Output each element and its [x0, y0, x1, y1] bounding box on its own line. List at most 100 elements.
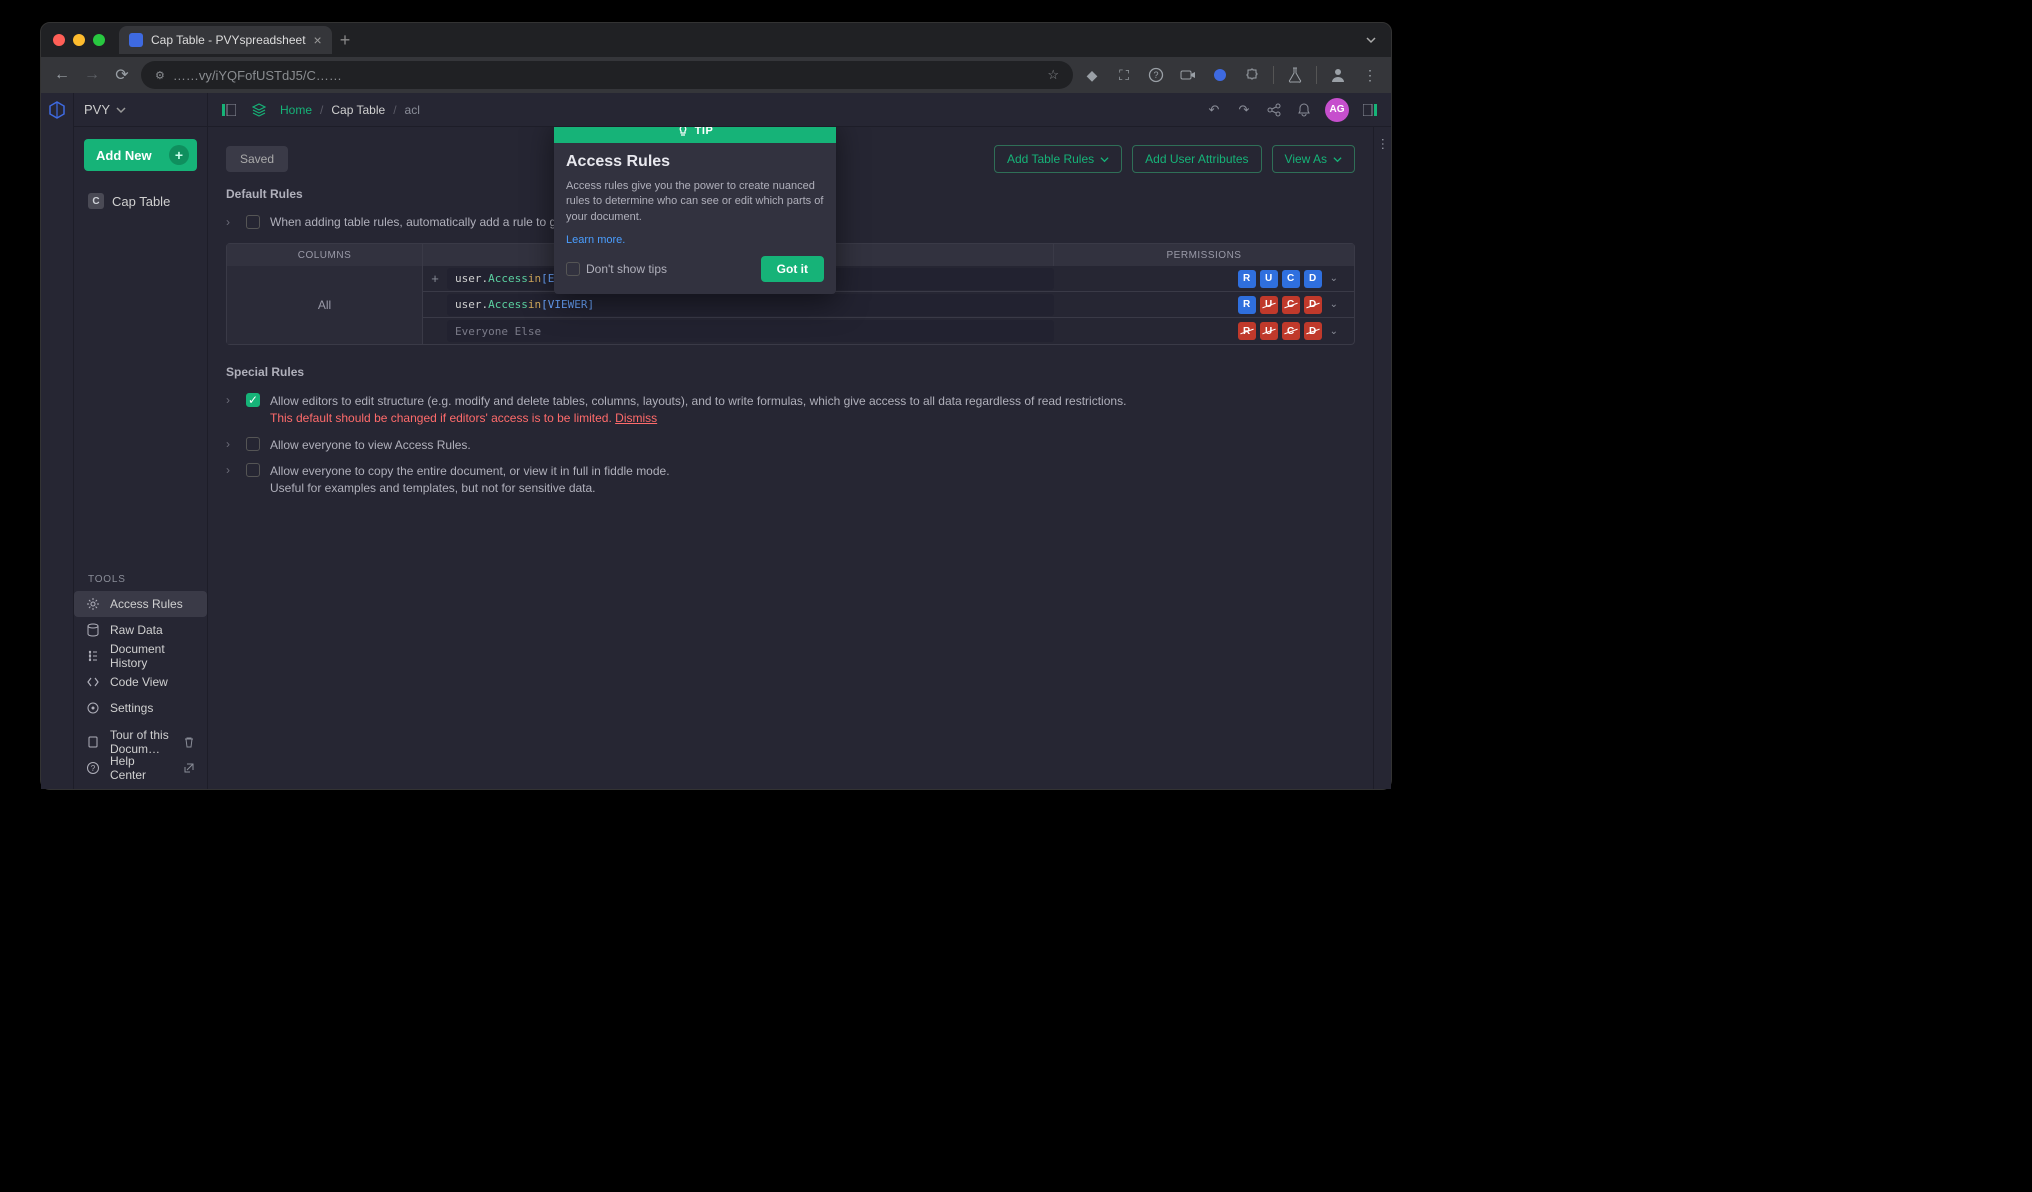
- rule-perms: RUCD ⌄: [1054, 270, 1354, 288]
- tool-label: Code View: [110, 675, 168, 689]
- add-user-attributes-label: Add User Attributes: [1145, 152, 1248, 166]
- app-root: PVY Add New + C Cap Table TOOLS Access R…: [41, 93, 1391, 789]
- undo-icon[interactable]: ↶: [1205, 101, 1223, 119]
- address-bar-icons: ◆ ⛶ ? ⋮: [1081, 64, 1381, 86]
- bell-icon[interactable]: [1295, 101, 1313, 119]
- sidebar-tool-code-view[interactable]: Code View: [74, 669, 207, 695]
- chevron-down-icon[interactable]: ⌄: [1330, 326, 1338, 337]
- view-as-button[interactable]: View As: [1272, 145, 1355, 173]
- permissions-header: PERMISSIONS: [1054, 244, 1354, 266]
- labs-flask-icon[interactable]: [1284, 64, 1306, 86]
- add-new-button[interactable]: Add New +: [84, 139, 197, 171]
- sidebar-tool-settings[interactable]: Settings: [74, 695, 207, 721]
- perm-u[interactable]: U: [1260, 322, 1278, 340]
- owner-hint-checkbox[interactable]: [246, 215, 260, 229]
- special-rule-text: Allow everyone to view Access Rules.: [270, 438, 471, 452]
- tip-learn-more-link[interactable]: Learn more.: [566, 234, 625, 246]
- url-box[interactable]: ⚙ ……vy/iYQFofUSTdJ5/C…… ☆: [141, 61, 1073, 89]
- got-it-button[interactable]: Got it: [761, 256, 824, 282]
- browser-tab[interactable]: Cap Table - PVYspreadsheet ×: [119, 26, 332, 54]
- layers-icon[interactable]: [250, 101, 268, 119]
- rule-row: user.Access in [VIEWER] RUCD ⌄: [423, 292, 1354, 318]
- help-icon[interactable]: ?: [1145, 64, 1167, 86]
- breadcrumb-mid[interactable]: Cap Table: [331, 103, 385, 117]
- page-initial-icon: C: [88, 193, 104, 209]
- workspace-switcher[interactable]: PVY: [74, 93, 207, 127]
- perm-r[interactable]: R: [1238, 296, 1256, 314]
- gear-icon: [86, 597, 100, 611]
- tip-badge: TIP: [554, 127, 836, 143]
- chevron-right-icon[interactable]: ›: [226, 437, 236, 451]
- chevron-right-icon[interactable]: ›: [226, 393, 236, 407]
- panel-toggle-right-icon[interactable]: [1361, 101, 1379, 119]
- sidebar-tool-document-history[interactable]: Document History: [74, 643, 207, 669]
- perm-c[interactable]: C: [1282, 296, 1300, 314]
- svg-text:?: ?: [1153, 70, 1158, 80]
- chevron-down-icon[interactable]: ⌄: [1330, 299, 1338, 310]
- page-list: C Cap Table: [74, 183, 207, 219]
- breadcrumb-home[interactable]: Home: [280, 103, 312, 117]
- maximize-window-dot[interactable]: [93, 34, 105, 46]
- site-settings-icon[interactable]: ⚙: [155, 69, 165, 82]
- square-frame-icon[interactable]: ⛶: [1113, 64, 1135, 86]
- panel-toggle-left-icon[interactable]: [220, 101, 238, 119]
- chevron-right-icon[interactable]: ›: [226, 215, 236, 229]
- perm-c[interactable]: C: [1282, 270, 1300, 288]
- reload-button[interactable]: ⟳: [111, 65, 133, 85]
- perm-u[interactable]: U: [1260, 296, 1278, 314]
- sidebar-tool-raw-data[interactable]: Raw Data: [74, 617, 207, 643]
- blue-circle-icon[interactable]: [1209, 64, 1231, 86]
- tabstrip-caret-icon[interactable]: [1359, 28, 1383, 52]
- plus-icon: +: [169, 145, 189, 165]
- tool-label: Raw Data: [110, 623, 163, 637]
- perm-c[interactable]: C: [1282, 322, 1300, 340]
- avatar[interactable]: AG: [1325, 98, 1349, 122]
- chevron-right-icon[interactable]: ›: [226, 463, 236, 477]
- special-rule-checkbox[interactable]: [246, 463, 260, 477]
- camera-icon[interactable]: [1177, 64, 1199, 86]
- perm-r[interactable]: R: [1238, 270, 1256, 288]
- perm-d[interactable]: D: [1304, 270, 1322, 288]
- profile-icon[interactable]: [1327, 64, 1349, 86]
- dont-show-tips-checkbox[interactable]: [566, 262, 580, 276]
- page-item-cap-table[interactable]: C Cap Table: [80, 187, 201, 215]
- special-rule-checkbox[interactable]: ✓: [246, 393, 260, 407]
- perm-u[interactable]: U: [1260, 270, 1278, 288]
- close-window-dot[interactable]: [53, 34, 65, 46]
- add-user-attributes-button[interactable]: Add User Attributes: [1132, 145, 1261, 173]
- app-logo-icon[interactable]: [48, 101, 66, 119]
- special-rule-text: Allow editors to edit structure (e.g. mo…: [270, 394, 1126, 408]
- back-button[interactable]: ←: [51, 66, 73, 84]
- forward-button[interactable]: →: [81, 66, 103, 84]
- sidebar-tool-access-rules[interactable]: Access Rules: [74, 591, 207, 617]
- link-label: Help Center: [110, 754, 173, 782]
- address-bar: ← → ⟳ ⚙ ……vy/iYQFofUSTdJ5/C…… ☆ ◆ ⛶ ?: [41, 57, 1391, 93]
- sidebar-bottom-link[interactable]: Tour of this Docum…: [74, 729, 207, 755]
- special-rule-checkbox[interactable]: [246, 437, 260, 451]
- rule-condition[interactable]: user.Access in [VIEWER]: [447, 294, 1054, 316]
- new-tab-button[interactable]: +: [340, 30, 351, 51]
- saved-button[interactable]: Saved: [226, 146, 288, 172]
- trash-icon[interactable]: [183, 736, 195, 748]
- chevron-down-icon[interactable]: ⌄: [1330, 273, 1338, 284]
- bookmark-star-icon[interactable]: ☆: [1047, 67, 1059, 83]
- tab-close-icon[interactable]: ×: [314, 32, 322, 48]
- diamond-icon[interactable]: ◆: [1081, 64, 1103, 86]
- perm-d[interactable]: D: [1304, 322, 1322, 340]
- main-content: Saved Add Table Rules Add User Attribute…: [208, 127, 1373, 789]
- dismiss-link[interactable]: Dismiss: [615, 411, 657, 425]
- perm-r[interactable]: R: [1238, 322, 1256, 340]
- perm-d[interactable]: D: [1304, 296, 1322, 314]
- special-rule-text-2: Useful for examples and templates, but n…: [270, 481, 596, 495]
- redo-icon[interactable]: ↷: [1235, 101, 1253, 119]
- kebab-menu-icon[interactable]: ⋮: [1359, 64, 1381, 86]
- panel-toggle-icon[interactable]: ⋯: [1374, 136, 1392, 153]
- ext-icon[interactable]: [183, 762, 195, 774]
- extensions-puzzle-icon[interactable]: [1241, 64, 1263, 86]
- tip-text: Access rules give you the power to creat…: [566, 179, 824, 225]
- minimize-window-dot[interactable]: [73, 34, 85, 46]
- sidebar-bottom-link[interactable]: ?Help Center: [74, 755, 207, 781]
- add-table-rules-button[interactable]: Add Table Rules: [994, 145, 1122, 173]
- add-rule-icon[interactable]: +: [423, 271, 447, 286]
- share-icon[interactable]: [1265, 101, 1283, 119]
